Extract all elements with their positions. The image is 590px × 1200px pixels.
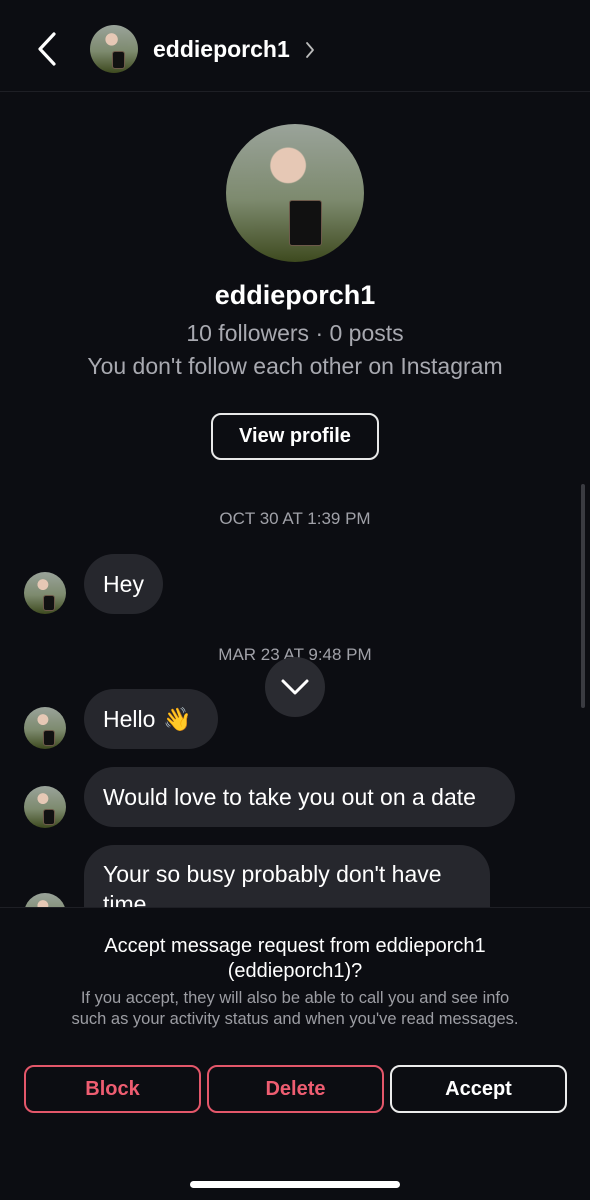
back-chevron-icon xyxy=(38,32,56,66)
back-button[interactable] xyxy=(34,31,64,67)
request-description: If you accept, they will also be able to… xyxy=(30,988,560,1030)
sender-avatar[interactable] xyxy=(24,572,66,614)
request-description-line: If you accept, they will also be able to… xyxy=(80,989,510,1007)
request-title: Accept message request from eddieporch1 … xyxy=(40,934,550,984)
accept-button[interactable]: Accept xyxy=(390,1065,567,1113)
message-bubble[interactable]: Hey xyxy=(84,554,163,614)
chat-header: eddieporch1 xyxy=(0,0,590,92)
request-title-line: (eddieporch1)? xyxy=(227,960,363,982)
home-indicator[interactable] xyxy=(190,1181,400,1188)
header-username[interactable]: eddieporch1 xyxy=(153,36,290,63)
waving-hand-emoji: 👋 xyxy=(163,705,193,732)
chevron-right-icon[interactable] xyxy=(304,40,316,60)
message-request-panel: Accept message request from eddieporch1 … xyxy=(0,907,590,1200)
sender-avatar[interactable] xyxy=(24,786,66,828)
scrollbar[interactable] xyxy=(581,484,585,708)
request-description-line: such as your activity status and when yo… xyxy=(71,1010,519,1028)
profile-stats: 10 followers · 0 posts xyxy=(186,320,404,346)
delete-button[interactable]: Delete xyxy=(207,1065,384,1113)
message-text: Would love to take you out on a date xyxy=(103,783,476,810)
profile-name: eddieporch1 xyxy=(214,280,376,310)
message-text: Hey xyxy=(103,570,144,597)
sender-avatar[interactable] xyxy=(24,707,66,749)
message-bubble[interactable]: Would love to take you out on a date xyxy=(84,767,515,827)
message-text: Hello xyxy=(103,705,156,732)
chevron-down-icon xyxy=(281,679,309,695)
profile-avatar[interactable] xyxy=(226,124,364,262)
view-profile-button[interactable]: View profile xyxy=(211,413,379,460)
follow-status-note: You don't follow each other on Instagram xyxy=(87,353,503,379)
block-button[interactable]: Block xyxy=(24,1065,201,1113)
timestamp: OCT 30 AT 1:39 PM xyxy=(219,509,371,528)
request-title-line: Accept message request from eddieporch1 xyxy=(104,935,486,957)
message-bubble[interactable]: Hello 👋 xyxy=(84,689,218,749)
header-avatar[interactable] xyxy=(90,25,138,73)
scroll-to-bottom-button[interactable] xyxy=(265,657,325,717)
